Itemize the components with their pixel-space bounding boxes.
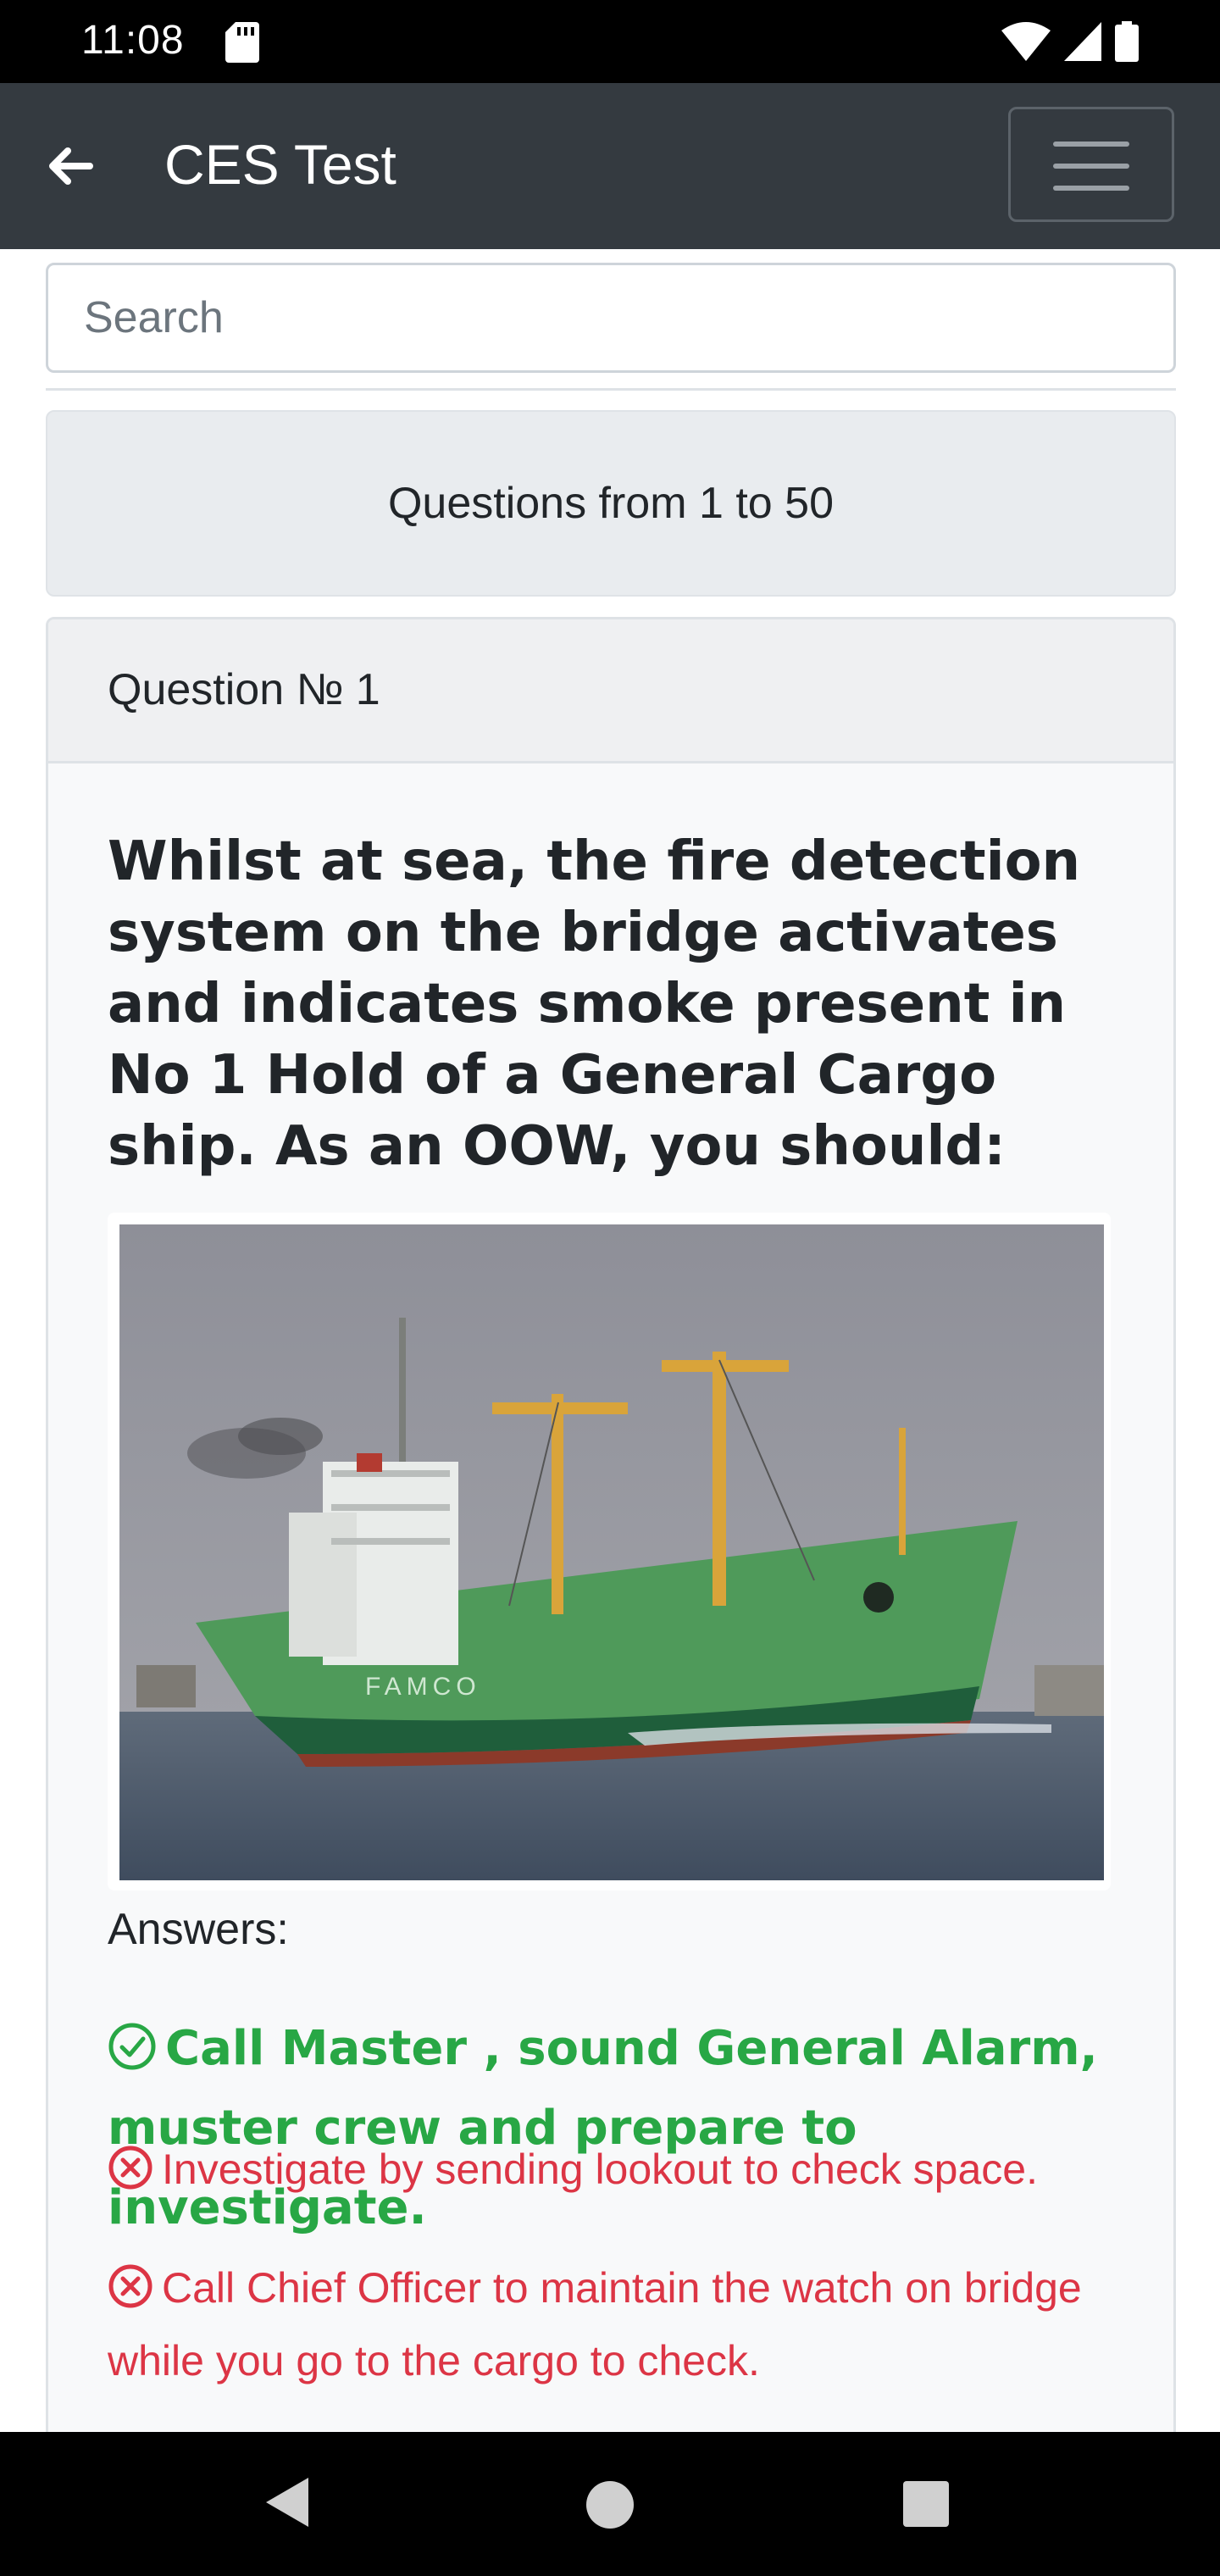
questions-range-label: Questions from 1 to 50 bbox=[387, 479, 835, 528]
hamburger-menu-icon-bar bbox=[1053, 186, 1129, 191]
hamburger-menu-icon bbox=[1053, 142, 1129, 147]
app-title: CES Test bbox=[164, 133, 396, 196]
nav-back-icon[interactable] bbox=[263, 2474, 310, 2530]
menu-toggle-button[interactable] bbox=[1008, 107, 1174, 222]
hull-text: FAMCO bbox=[365, 1673, 481, 1701]
answers-label: Answers: bbox=[108, 1905, 289, 1954]
cargo-ship-image: FAMCO bbox=[119, 1224, 1104, 1880]
status-bar: 11:08 bbox=[0, 0, 1220, 83]
question-header: Question № 1 bbox=[48, 619, 1173, 763]
x-circle-icon bbox=[108, 2146, 152, 2190]
question-text: Whilst at sea, the fire detection system… bbox=[108, 830, 1081, 1178]
nav-recents-icon[interactable] bbox=[903, 2481, 949, 2527]
nav-home-icon[interactable] bbox=[586, 2481, 634, 2529]
question-card: Question № 1 Whilst at sea, the fire det… bbox=[46, 617, 1176, 2432]
divider bbox=[46, 388, 1176, 391]
answer-2-wrong[interactable]: Investigate by sending lookout to check … bbox=[108, 2133, 1141, 2206]
wifi-icon bbox=[1001, 22, 1051, 61]
sd-card-icon bbox=[225, 22, 259, 63]
answer-1-correct[interactable]: Call Master , sound General Alarm, muste… bbox=[108, 2009, 1141, 2248]
question-number: Question № 1 bbox=[108, 665, 380, 714]
question-image-frame: FAMCO bbox=[108, 1213, 1111, 1890]
status-icons bbox=[1001, 20, 1139, 63]
answer-2-text: Investigate by sending lookout to check … bbox=[162, 2146, 1038, 2193]
search-input[interactable] bbox=[46, 263, 1176, 373]
x-circle-icon bbox=[108, 2264, 152, 2308]
hamburger-menu-icon-bar bbox=[1053, 164, 1129, 169]
cell-signal-icon bbox=[1064, 22, 1101, 61]
content-area[interactable]: Questions from 1 to 50 Question № 1 Whil… bbox=[0, 249, 1220, 2432]
answer-3-wrong[interactable]: Call Chief Officer to maintain the watch… bbox=[108, 2251, 1141, 2397]
battery-icon bbox=[1115, 21, 1139, 62]
system-nav-bar bbox=[0, 2432, 1220, 2576]
questions-range-card: Questions from 1 to 50 bbox=[46, 410, 1176, 597]
answer-3-text: Call Chief Officer to maintain the watch… bbox=[108, 2264, 1082, 2384]
back-arrow-icon[interactable] bbox=[37, 134, 102, 198]
app-bar: CES Test bbox=[0, 83, 1220, 249]
check-circle-icon bbox=[108, 2023, 156, 2070]
status-time: 11:08 bbox=[81, 18, 185, 63]
